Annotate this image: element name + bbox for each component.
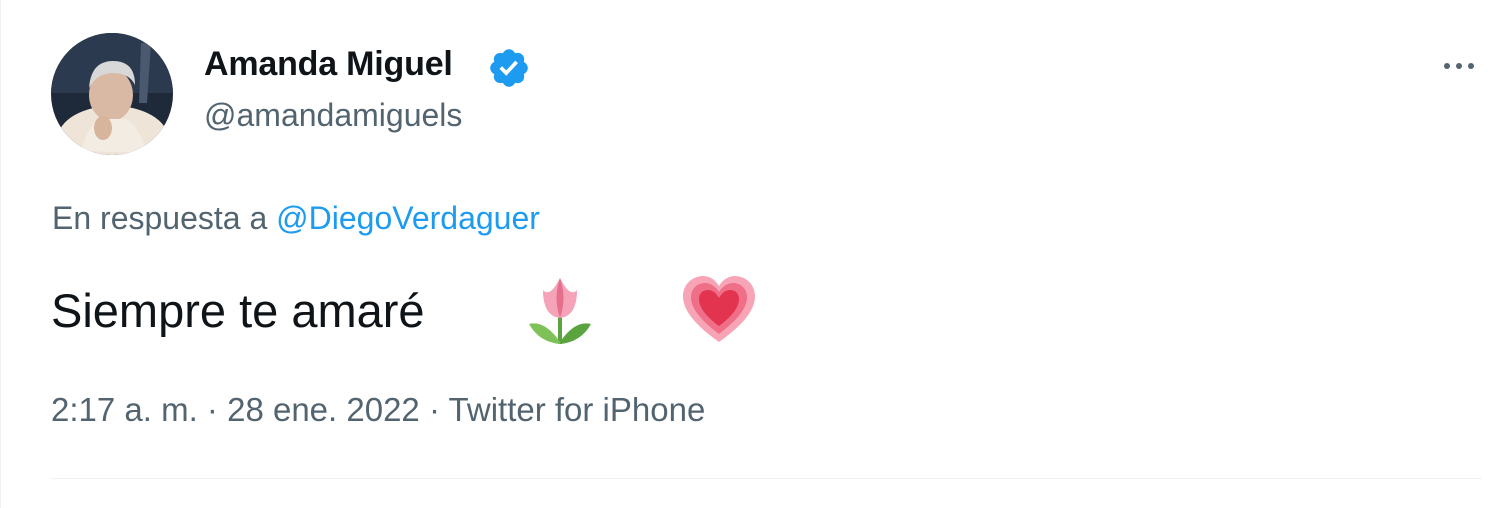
tweet-date[interactable]: 28 ene. 2022 xyxy=(227,391,420,428)
tweet-card: Amanda Miguel @amandamiguels En respuest… xyxy=(0,0,1500,508)
author-handle[interactable]: @amandamiguels xyxy=(204,97,462,134)
avatar-photo-icon xyxy=(51,33,173,155)
reply-context: En respuesta a @DiegoVerdaguer xyxy=(52,200,540,237)
meta-separator: · xyxy=(428,391,440,428)
tweet-source: Twitter for iPhone xyxy=(448,391,706,428)
tweet-time[interactable]: 2:17 a. m. xyxy=(51,391,198,428)
more-dot-icon xyxy=(1456,63,1462,69)
heart-icon xyxy=(683,276,755,342)
author-display-name[interactable]: Amanda Miguel xyxy=(204,45,453,84)
avatar[interactable] xyxy=(51,33,173,155)
more-dot-icon xyxy=(1468,63,1474,69)
reply-prefix: En respuesta a xyxy=(52,200,268,236)
reply-mention-link[interactable]: @DiegoVerdaguer xyxy=(276,200,540,236)
meta-separator: · xyxy=(206,391,218,428)
tweet-metadata: 2:17 a. m. · 28 ene. 2022 · Twitter for … xyxy=(51,391,705,429)
tulip-icon xyxy=(529,278,591,344)
more-dot-icon xyxy=(1444,63,1450,69)
tweet-text: Siempre te amaré xyxy=(51,284,425,337)
more-options-button[interactable] xyxy=(1433,48,1485,84)
divider xyxy=(51,478,1482,479)
verified-badge-icon xyxy=(490,49,528,87)
